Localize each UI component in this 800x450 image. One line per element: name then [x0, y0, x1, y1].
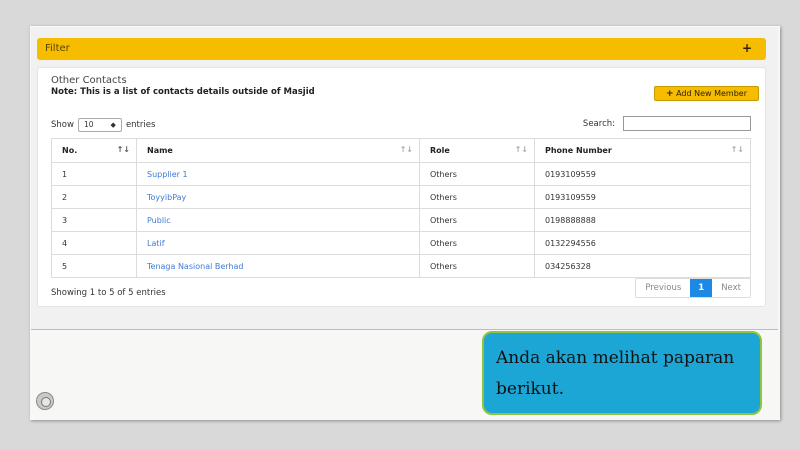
filter-panel-header[interactable]: Filter +: [37, 38, 766, 60]
search-label: Search:: [582, 118, 615, 129]
slide-nav-circle-icon[interactable]: [36, 392, 54, 410]
cell-no: 4: [51, 231, 137, 255]
table-row: 2 ToyyibPay Others 0193109559: [51, 185, 751, 209]
table-row: 5 Tenaga Nasional Berhad Others 03425632…: [51, 254, 751, 278]
cell-phone: 0193109559: [534, 162, 751, 186]
sort-icon: ↑↓: [514, 145, 528, 154]
sort-asc-icon: ↑↓: [116, 145, 130, 154]
table-header-row: No. ↑↓ Name ↑↓ Role ↑↓ Phone Number ↑↓: [51, 138, 751, 163]
table-info: Showing 1 to 5 of 5 entries: [51, 288, 166, 298]
add-new-member-button[interactable]: + Add New Member: [654, 86, 759, 101]
column-header-no[interactable]: No. ↑↓: [51, 138, 137, 163]
contact-name-link[interactable]: Tenaga Nasional Berhad: [136, 254, 420, 278]
search-control: Search:: [583, 116, 751, 131]
card-title: Other Contacts: [51, 75, 127, 86]
expand-plus-icon[interactable]: +: [742, 41, 752, 55]
slide: Filter + Other Contacts Note: This is a …: [30, 26, 780, 420]
contact-name-link[interactable]: Supplier 1: [136, 162, 420, 186]
table-row: 1 Supplier 1 Others 0193109559: [51, 162, 751, 186]
cell-no: 5: [51, 254, 137, 278]
contacts-card: Other Contacts Note: This is a list of c…: [37, 67, 766, 307]
cell-phone: 0132294556: [534, 231, 751, 255]
next-page-button[interactable]: Next: [712, 279, 750, 297]
contacts-table: No. ↑↓ Name ↑↓ Role ↑↓ Phone Number ↑↓ 1 Sup…: [51, 138, 751, 278]
page-1-button[interactable]: 1: [690, 279, 713, 297]
cell-role: Others: [419, 185, 535, 209]
add-new-member-label: Add New Member: [676, 89, 748, 98]
table-row: 3 Public Others 0198888888: [51, 208, 751, 232]
sort-icon: ↑↓: [730, 145, 744, 154]
plus-icon: +: [665, 89, 674, 99]
cell-phone: 0193109559: [534, 185, 751, 209]
cell-role: Others: [419, 254, 535, 278]
show-label: Show: [51, 120, 74, 130]
column-header-phone[interactable]: Phone Number ↑↓: [534, 138, 751, 163]
card-note: Note: This is a list of contacts details…: [51, 87, 315, 97]
filter-title: Filter: [45, 43, 70, 54]
contact-name-link[interactable]: Public: [136, 208, 420, 232]
entries-select-value: 10: [83, 120, 94, 129]
contact-name-link[interactable]: ToyyibPay: [136, 185, 420, 209]
app-screenshot: Filter + Other Contacts Note: This is a …: [31, 27, 778, 330]
column-header-role[interactable]: Role ↑↓: [419, 138, 535, 163]
entries-length-control: Show 10 ◆ entries: [51, 118, 155, 132]
cell-role: Others: [419, 231, 535, 255]
entries-label: entries: [125, 120, 156, 130]
cell-role: Others: [419, 162, 535, 186]
previous-page-button[interactable]: Previous: [636, 279, 691, 297]
cell-phone: 0198888888: [534, 208, 751, 232]
instruction-callout: Anda akan melihat paparan berikut.: [482, 331, 762, 415]
entries-select[interactable]: 10 ◆: [77, 118, 122, 132]
contact-name-link[interactable]: Latif: [136, 231, 420, 255]
search-input[interactable]: [623, 116, 751, 131]
cell-no: 3: [51, 208, 137, 232]
sort-icon: ↑↓: [399, 145, 413, 154]
cell-role: Others: [419, 208, 535, 232]
cell-no: 2: [51, 185, 137, 209]
select-caret-icon: ◆: [110, 121, 116, 129]
table-row: 4 Latif Others 0132294556: [51, 231, 751, 255]
cell-no: 1: [51, 162, 137, 186]
cell-phone: 034256328: [534, 254, 751, 278]
pagination: Previous 1 Next: [635, 278, 751, 298]
column-header-name[interactable]: Name ↑↓: [136, 138, 420, 163]
